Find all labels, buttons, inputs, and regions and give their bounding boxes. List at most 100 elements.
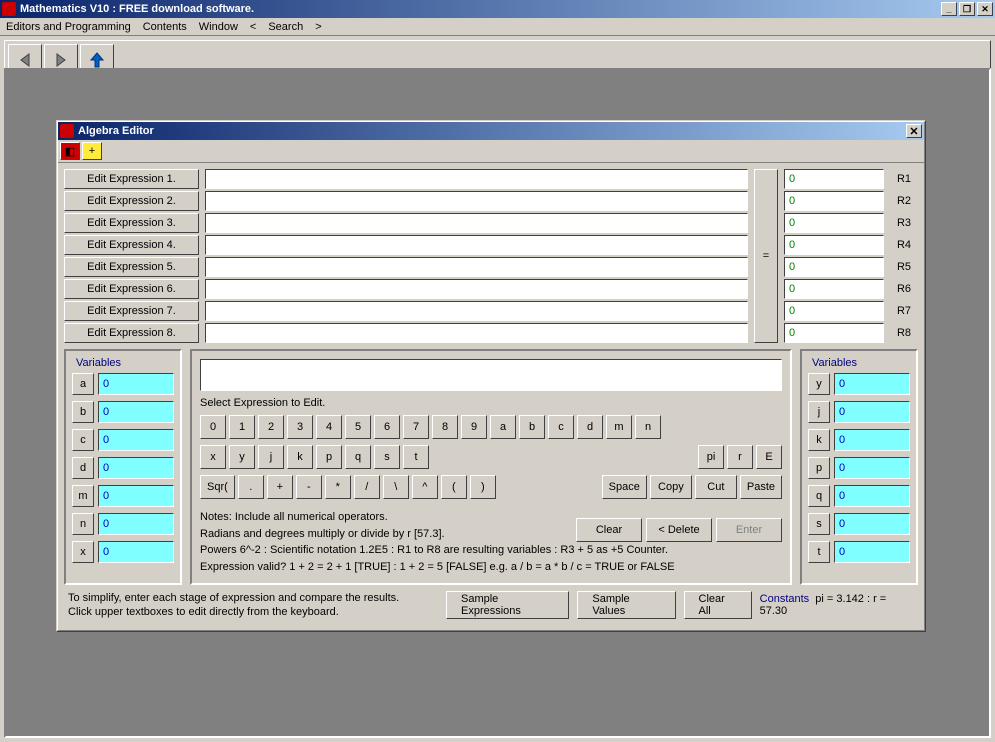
key-j[interactable]: j	[258, 445, 284, 469]
key-0[interactable]: 0	[200, 415, 226, 439]
minimize-button[interactable]: _	[941, 2, 957, 16]
key-y[interactable]: y	[229, 445, 255, 469]
key-k[interactable]: k	[287, 445, 313, 469]
key-_[interactable]: ^	[412, 475, 438, 499]
tool-button-2[interactable]: +	[82, 142, 102, 160]
key-q[interactable]: q	[345, 445, 371, 469]
variable-d-button[interactable]: d	[72, 457, 94, 479]
variable-n-button[interactable]: n	[72, 513, 94, 535]
edit-expression-3-button[interactable]: Edit Expression 3.	[64, 213, 199, 233]
close-button[interactable]: ✕	[977, 2, 993, 16]
key-Space[interactable]: Space	[602, 475, 647, 499]
key-c[interactable]: c	[548, 415, 574, 439]
key-Sqr_[interactable]: Sqr(	[200, 475, 235, 499]
enter-button[interactable]: Enter	[716, 518, 782, 542]
variable-m-value[interactable]: 0	[98, 485, 174, 507]
result-8-field[interactable]: 0	[784, 323, 884, 343]
clear-all-button[interactable]: Clear All	[684, 591, 752, 619]
variable-p-button[interactable]: p	[808, 457, 830, 479]
key-_[interactable]: +	[267, 475, 293, 499]
variable-p-value[interactable]: 0	[834, 457, 910, 479]
key-2[interactable]: 2	[258, 415, 284, 439]
edit-expression-7-button[interactable]: Edit Expression 7.	[64, 301, 199, 321]
variable-q-button[interactable]: q	[808, 485, 830, 507]
key-6[interactable]: 6	[374, 415, 400, 439]
menu-next[interactable]: >	[315, 21, 321, 33]
key-t[interactable]: t	[403, 445, 429, 469]
edit-expression-6-button[interactable]: Edit Expression 6.	[64, 279, 199, 299]
key-7[interactable]: 7	[403, 415, 429, 439]
variable-q-value[interactable]: 0	[834, 485, 910, 507]
menu-contents[interactable]: Contents	[143, 21, 187, 33]
variable-a-value[interactable]: 0	[98, 373, 174, 395]
clear-button[interactable]: Clear	[576, 518, 642, 542]
menu-prev[interactable]: <	[250, 21, 256, 33]
edit-expression-5-button[interactable]: Edit Expression 5.	[64, 257, 199, 277]
key-m[interactable]: m	[606, 415, 632, 439]
variable-k-value[interactable]: 0	[834, 429, 910, 451]
sample-values-button[interactable]: Sample Values	[577, 591, 675, 619]
variable-j-value[interactable]: 0	[834, 401, 910, 423]
key-1[interactable]: 1	[229, 415, 255, 439]
variable-d-value[interactable]: 0	[98, 457, 174, 479]
expression-6-input[interactable]	[205, 279, 748, 299]
key-pi[interactable]: pi	[698, 445, 724, 469]
variable-b-value[interactable]: 0	[98, 401, 174, 423]
expression-7-input[interactable]	[205, 301, 748, 321]
key-n[interactable]: n	[635, 415, 661, 439]
variable-y-value[interactable]: 0	[834, 373, 910, 395]
expression-8-input[interactable]	[205, 323, 748, 343]
tool-button-1[interactable]: ◧	[60, 142, 80, 160]
key-_[interactable]: /	[354, 475, 380, 499]
variable-n-value[interactable]: 0	[98, 513, 174, 535]
key-_[interactable]: \	[383, 475, 409, 499]
variable-a-button[interactable]: a	[72, 373, 94, 395]
result-1-field[interactable]: 0	[784, 169, 884, 189]
key-b[interactable]: b	[519, 415, 545, 439]
variable-c-button[interactable]: c	[72, 429, 94, 451]
sample-expressions-button[interactable]: Sample Expressions	[446, 591, 569, 619]
delete-button[interactable]: < Delete	[646, 518, 712, 542]
variable-y-button[interactable]: y	[808, 373, 830, 395]
variable-t-value[interactable]: 0	[834, 541, 910, 563]
variable-b-button[interactable]: b	[72, 401, 94, 423]
key-r[interactable]: r	[727, 445, 753, 469]
key-Paste[interactable]: Paste	[740, 475, 782, 499]
expression-1-input[interactable]	[205, 169, 748, 189]
variable-c-value[interactable]: 0	[98, 429, 174, 451]
variable-x-value[interactable]: 0	[98, 541, 174, 563]
result-6-field[interactable]: 0	[784, 279, 884, 299]
expression-2-input[interactable]	[205, 191, 748, 211]
maximize-button[interactable]: ❐	[959, 2, 975, 16]
key-a[interactable]: a	[490, 415, 516, 439]
key-Cut[interactable]: Cut	[695, 475, 737, 499]
key-_[interactable]: )	[470, 475, 496, 499]
sub-close-button[interactable]: ✕	[906, 124, 922, 138]
expression-5-input[interactable]	[205, 257, 748, 277]
key-Copy[interactable]: Copy	[650, 475, 692, 499]
variable-s-value[interactable]: 0	[834, 513, 910, 535]
key-_[interactable]: .	[238, 475, 264, 499]
result-5-field[interactable]: 0	[784, 257, 884, 277]
result-7-field[interactable]: 0	[784, 301, 884, 321]
variable-x-button[interactable]: x	[72, 541, 94, 563]
key-_[interactable]: (	[441, 475, 467, 499]
key-3[interactable]: 3	[287, 415, 313, 439]
key-p[interactable]: p	[316, 445, 342, 469]
result-3-field[interactable]: 0	[784, 213, 884, 233]
variable-j-button[interactable]: j	[808, 401, 830, 423]
edit-expression-4-button[interactable]: Edit Expression 4.	[64, 235, 199, 255]
key-8[interactable]: 8	[432, 415, 458, 439]
key-_[interactable]: *	[325, 475, 351, 499]
key-_[interactable]: -	[296, 475, 322, 499]
menu-editors[interactable]: Editors and Programming	[6, 21, 131, 33]
result-2-field[interactable]: 0	[784, 191, 884, 211]
menu-search[interactable]: Search	[268, 21, 303, 33]
key-E[interactable]: E	[756, 445, 782, 469]
key-9[interactable]: 9	[461, 415, 487, 439]
edit-expression-8-button[interactable]: Edit Expression 8.	[64, 323, 199, 343]
variable-t-button[interactable]: t	[808, 541, 830, 563]
expression-4-input[interactable]	[205, 235, 748, 255]
key-5[interactable]: 5	[345, 415, 371, 439]
selected-expression-input[interactable]	[200, 359, 782, 391]
